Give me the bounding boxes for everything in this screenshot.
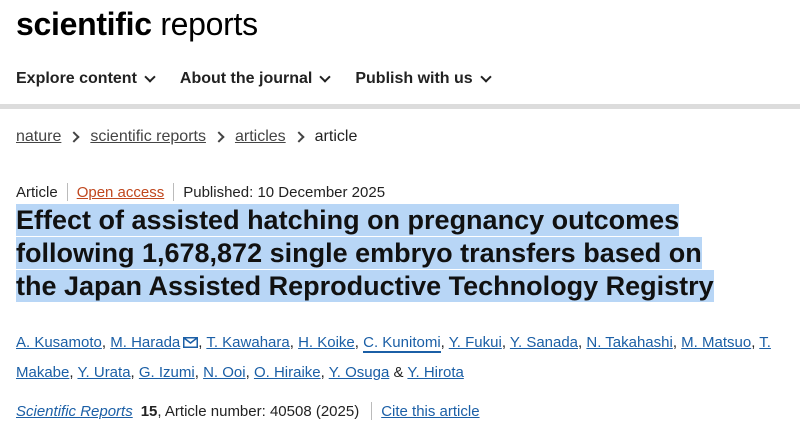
citation-divider xyxy=(371,402,373,420)
chevron-down-icon xyxy=(480,71,492,83)
cite-this-article-link[interactable]: Cite this article xyxy=(381,403,479,420)
nav-label: Explore content xyxy=(16,70,137,87)
author-link[interactable]: M. Harada xyxy=(110,334,180,351)
author-link-active[interactable]: C. Kunitomi xyxy=(363,334,441,353)
nav-explore-content[interactable]: Explore content xyxy=(16,70,156,88)
nav-label: Publish with us xyxy=(355,70,473,87)
author-link[interactable]: Y. Sanada xyxy=(510,334,578,351)
author-link[interactable]: H. Koike xyxy=(298,334,355,351)
author-link[interactable]: Y. Osuga xyxy=(329,364,390,381)
author-link[interactable]: A. Kusamoto xyxy=(16,334,102,351)
author-link[interactable]: N. Ooi xyxy=(203,364,246,381)
citation-line: Scientific Reports 15 , Article number: … xyxy=(16,402,480,420)
chevron-down-icon xyxy=(144,71,156,83)
article-type: Article xyxy=(16,183,58,201)
nav-publish-with-us[interactable]: Publish with us xyxy=(355,70,492,88)
chevron-right-icon xyxy=(213,131,225,143)
article-title: Effect of assisted hatching on pregnancy… xyxy=(16,204,786,303)
author-conjunction: & xyxy=(393,364,404,381)
breadcrumb-nature[interactable]: nature xyxy=(16,128,61,146)
journal-link[interactable]: Scientific Reports xyxy=(16,403,133,420)
open-access-link[interactable]: Open access xyxy=(77,184,165,201)
mail-icon[interactable] xyxy=(183,337,199,348)
title-line-2: following 1,678,872 single embryo transf… xyxy=(16,237,702,269)
logo-scientific: scientific xyxy=(16,6,152,42)
breadcrumb-articles[interactable]: articles xyxy=(235,128,286,146)
meta-divider xyxy=(173,183,175,201)
nav-divider xyxy=(0,104,800,109)
chevron-right-icon xyxy=(292,131,305,143)
author-list: A. Kusamoto, M. Harada, T. Kawahara, H. … xyxy=(16,334,771,381)
author-link[interactable]: Y. Urata xyxy=(77,364,130,381)
author-link[interactable]: Y. Hirota xyxy=(407,364,463,381)
article-number: , Article number: 40508 (2025) xyxy=(157,402,360,420)
meta-divider xyxy=(66,183,68,201)
author-link[interactable]: G. Izumi xyxy=(139,364,195,381)
logo-reports: reports xyxy=(151,6,258,42)
article-page: scientific reports Explore content About… xyxy=(0,0,800,441)
nav-label: About the journal xyxy=(179,70,313,87)
author-link[interactable]: T. Kawahara xyxy=(206,334,289,351)
author-link[interactable]: Y. Fukui xyxy=(449,334,502,351)
author-link[interactable]: N. Takahashi xyxy=(586,334,672,351)
breadcrumb-scientific-reports[interactable]: scientific reports xyxy=(90,128,206,146)
nav-about-journal[interactable]: About the journal xyxy=(179,70,332,88)
main-nav: Explore content About the journal Publis… xyxy=(16,64,800,94)
author-link[interactable]: O. Hiraike xyxy=(254,364,321,381)
chevron-right-icon xyxy=(68,131,81,143)
title-line-1: Effect of assisted hatching on pregnancy… xyxy=(16,204,680,236)
breadcrumb-current: article xyxy=(314,128,358,145)
title-line-3: the Japan Assisted Reproductive Technolo… xyxy=(16,270,714,302)
site-logo[interactable]: scientific reports xyxy=(16,4,258,44)
published-date: Published: 10 December 2025 xyxy=(183,183,386,201)
journal-volume: 15 xyxy=(140,402,158,420)
chevron-down-icon xyxy=(319,71,332,83)
breadcrumb: nature scientific reports articles artic… xyxy=(16,128,357,146)
article-meta: Article Open access Published: 10 Decemb… xyxy=(16,183,385,201)
author-link[interactable]: M. Matsuo xyxy=(681,334,751,351)
